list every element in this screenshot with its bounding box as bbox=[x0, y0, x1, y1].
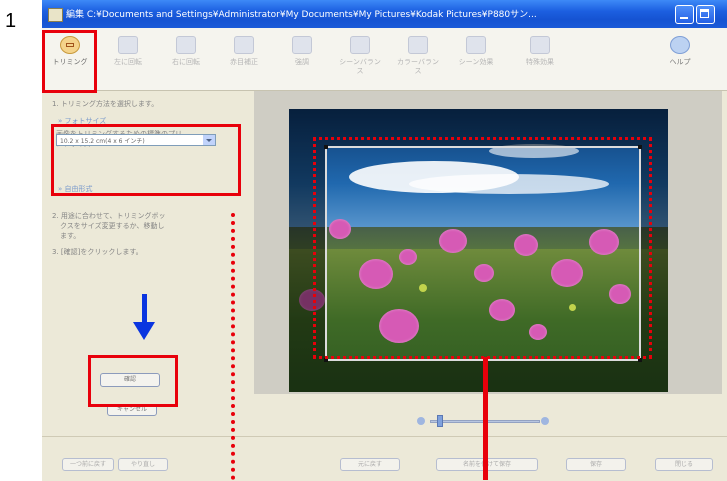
blue-arrow-shaft bbox=[142, 294, 147, 324]
scene-effect-icon bbox=[466, 36, 486, 54]
red-eye-label: 赤目補正 bbox=[230, 58, 258, 66]
revert-button[interactable]: 元に戻す bbox=[340, 458, 400, 471]
step3-text: 3. [確認]をクリックします。 bbox=[52, 248, 143, 256]
rotate-right-icon bbox=[176, 36, 196, 54]
special-effect-label: 特殊効果 bbox=[526, 58, 554, 66]
special-effect-button[interactable]: 特殊効果 bbox=[516, 30, 564, 88]
scene-balance-label: シーンバランス bbox=[339, 58, 381, 75]
help-icon bbox=[670, 36, 690, 54]
enhance-label: 強調 bbox=[295, 58, 309, 66]
undo-previous-button[interactable]: 一つ前に戻す bbox=[62, 458, 114, 471]
scene-effect-label: シーン効果 bbox=[458, 58, 494, 66]
zoom-out-icon[interactable] bbox=[417, 417, 425, 425]
enhance-button[interactable]: 強調 bbox=[278, 30, 326, 88]
highlight-confirm-button bbox=[88, 355, 178, 407]
zoom-slider-thumb[interactable] bbox=[437, 415, 443, 427]
minimize-button[interactable] bbox=[675, 5, 694, 24]
red-eye-icon bbox=[234, 36, 254, 54]
scene-balance-button[interactable]: シーンバランス bbox=[336, 30, 384, 88]
color-balance-button[interactable]: カラーバランス bbox=[394, 30, 442, 88]
save-button[interactable]: 保存 bbox=[566, 458, 626, 471]
scene-balance-icon bbox=[350, 36, 370, 54]
rotate-right-button[interactable]: 右に回転 bbox=[162, 30, 210, 88]
title-bar: 編集 C:¥Documents and Settings¥Administrat… bbox=[42, 0, 727, 28]
special-effect-icon bbox=[530, 36, 550, 54]
highlight-size-options bbox=[51, 124, 241, 196]
red-eye-button[interactable]: 赤目補正 bbox=[220, 30, 268, 88]
crop-shade-bottom bbox=[289, 361, 668, 392]
blue-arrow-down-icon bbox=[133, 322, 155, 340]
close-button[interactable]: 閉じる bbox=[655, 458, 713, 471]
rotate-left-button[interactable]: 左に回転 bbox=[104, 30, 152, 88]
rotate-left-icon bbox=[118, 36, 138, 54]
redo-button[interactable]: やり直し bbox=[118, 458, 168, 471]
dotted-divider bbox=[231, 213, 235, 480]
zoom-in-icon[interactable] bbox=[541, 417, 549, 425]
color-balance-label: カラーバランス bbox=[397, 58, 439, 75]
color-balance-icon bbox=[408, 36, 428, 54]
maximize-button[interactable] bbox=[696, 5, 715, 24]
crop-area-outline bbox=[313, 137, 652, 359]
red-pointer-line bbox=[483, 357, 488, 480]
help-label: ヘルプ bbox=[669, 58, 691, 66]
rotate-left-label: 左に回転 bbox=[114, 58, 142, 66]
step-number: 1 bbox=[5, 10, 17, 32]
window-title: 編集 C:¥Documents and Settings¥Administrat… bbox=[66, 10, 537, 20]
highlight-trim-tool bbox=[42, 30, 97, 93]
step2-line3: ます。 bbox=[60, 232, 81, 240]
help-button[interactable]: ヘルプ bbox=[656, 30, 704, 88]
scene-effect-button[interactable]: シーン効果 bbox=[452, 30, 500, 88]
step2-line2: クスをサイズ変更するか、移動し bbox=[60, 222, 165, 230]
step2-line1: 2. 用途に合わせて、トリミングボッ bbox=[52, 212, 166, 220]
step1-text: 1. トリミング方法を選択します。 bbox=[52, 100, 159, 108]
edit-toolbar: トリミング 左に回転 右に回転 赤目補正 強調 シーンバランス カラーバランス bbox=[42, 28, 727, 91]
rotate-right-label: 右に回転 bbox=[172, 58, 200, 66]
app-icon bbox=[48, 8, 63, 22]
enhance-icon bbox=[292, 36, 312, 54]
